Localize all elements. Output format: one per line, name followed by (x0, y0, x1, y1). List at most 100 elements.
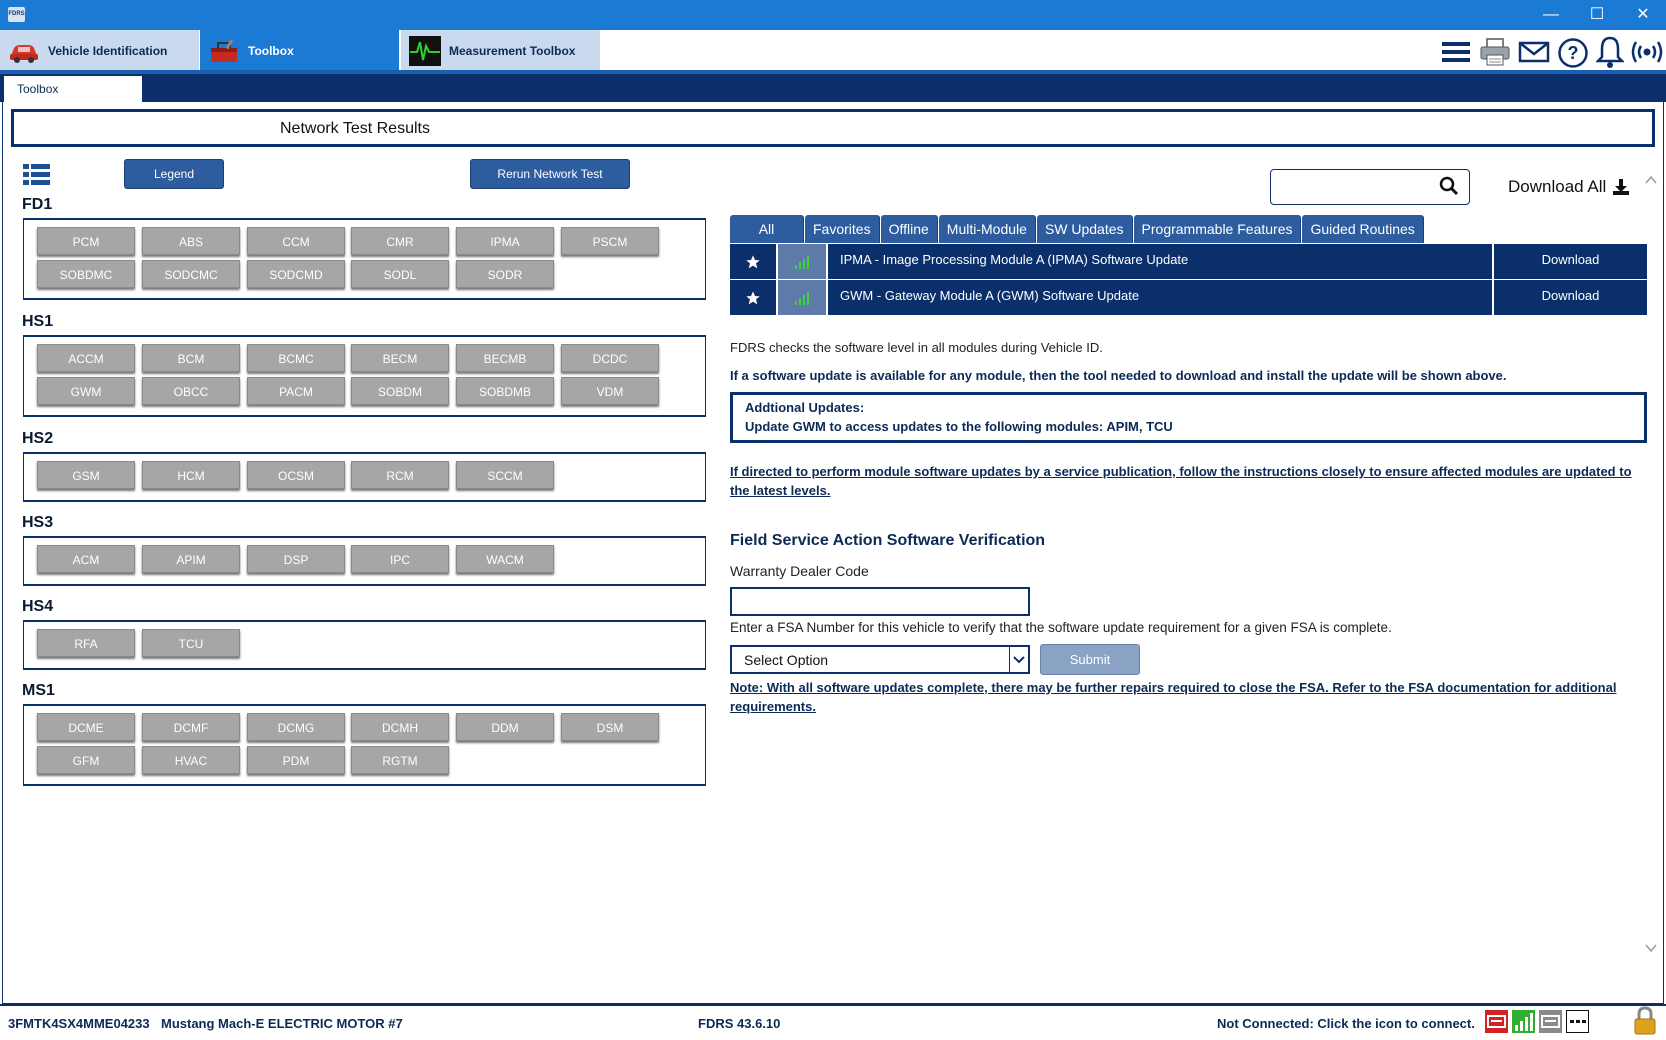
module-button-sobdmc[interactable]: SOBDMC (37, 260, 135, 288)
module-button-vdm[interactable]: VDM (561, 377, 659, 405)
module-button-abs[interactable]: ABS (142, 227, 240, 255)
module-button-cmr[interactable]: CMR (351, 227, 449, 255)
rerun-network-test-button[interactable]: Rerun Network Test (470, 159, 630, 189)
signal-strength-icon[interactable] (1512, 1010, 1535, 1033)
module-button-hvac[interactable]: HVAC (142, 746, 240, 774)
scrollbar[interactable] (1643, 172, 1659, 962)
additional-updates-body: Update GWM to access updates to the foll… (745, 419, 1173, 434)
module-button-obcc[interactable]: OBCC (142, 377, 240, 405)
module-button-tcu[interactable]: TCU (142, 629, 240, 657)
module-button-ipc[interactable]: IPC (351, 545, 449, 573)
module-button-pdm[interactable]: PDM (247, 746, 345, 774)
module-button-dcmf[interactable]: DCMF (142, 713, 240, 741)
minimize-button[interactable]: — (1528, 0, 1574, 30)
module-button-accm[interactable]: ACCM (37, 344, 135, 372)
network-label-hs4: HS4 (22, 598, 54, 615)
filter-tab-sw-updates[interactable]: SW Updates (1036, 215, 1133, 243)
module-button-rcm[interactable]: RCM (351, 461, 449, 489)
fsa-select[interactable]: Select Option (730, 645, 1030, 674)
module-button-dcmg[interactable]: DCMG (247, 713, 345, 741)
update-name: GWM - Gateway Module A (GWM) Software Up… (828, 280, 1494, 315)
module-button-becmb[interactable]: BECMB (456, 344, 554, 372)
help-icon[interactable]: ? (1557, 37, 1589, 69)
vehicle-text: Mustang Mach-E ELECTRIC MOTOR #7 (161, 1016, 403, 1031)
maximize-button[interactable]: ☐ (1574, 0, 1620, 30)
list-view-icon[interactable] (23, 163, 50, 187)
fsa-section-title: Field Service Action Software Verificati… (730, 532, 1046, 549)
filter-tab-offline[interactable]: Offline (880, 215, 938, 243)
network-group-fd1: PCM ABS CCM CMR IPMA PSCM SOBDMC SODCMC SODCMD SO… (23, 218, 706, 300)
service-publication-link[interactable]: If directed to perform module software u… (730, 462, 1647, 500)
filter-tab-multi-module[interactable]: Multi-Module (938, 215, 1036, 243)
toolbox-icon (211, 39, 237, 62)
update-row[interactable]: GWM - Gateway Module A (GWM) Software Up… (730, 280, 1647, 315)
module-button-gfm[interactable]: GFM (37, 746, 135, 774)
module-button-dcme[interactable]: DCME (37, 713, 135, 741)
lock-icon[interactable] (1633, 1006, 1657, 1036)
search-icon[interactable] (1438, 175, 1460, 197)
battery-icon[interactable] (1566, 1010, 1589, 1033)
filter-tab-all[interactable]: All (730, 215, 804, 243)
network-label-hs2: HS2 (22, 430, 54, 447)
module-button-hcm[interactable]: HCM (142, 461, 240, 489)
module-button-apim[interactable]: APIM (142, 545, 240, 573)
wireless-icon[interactable] (1630, 38, 1664, 66)
download-button[interactable]: Download (1494, 280, 1647, 315)
module-button-sobdmb[interactable]: SOBDMB (456, 377, 554, 405)
dealer-code-input[interactable] (730, 587, 1030, 616)
vcm-device-icon[interactable] (1539, 1010, 1562, 1033)
tab-toolbox[interactable]: Toolbox (200, 30, 399, 72)
oscilloscope-icon (409, 36, 441, 66)
download-all-button[interactable]: Download All (1508, 177, 1630, 197)
close-button[interactable]: ✕ (1620, 0, 1666, 30)
favorite-star-icon[interactable] (745, 290, 761, 306)
module-button-rgtm[interactable]: RGTM (351, 746, 449, 774)
filter-tab-programmable-features[interactable]: Programmable Features (1133, 215, 1302, 243)
filter-tab-favorites[interactable]: Favorites (805, 215, 880, 243)
module-button-bcmc[interactable]: BCMC (247, 344, 345, 372)
module-button-acm[interactable]: ACM (37, 545, 135, 573)
tab-vehicle-identification[interactable]: Vehicle Identification (0, 30, 199, 72)
module-button-pcm[interactable]: PCM (37, 227, 135, 255)
module-button-sodl[interactable]: SODL (351, 260, 449, 288)
download-button[interactable]: Download (1494, 244, 1647, 279)
tab-measurement-toolbox[interactable]: Measurement Toolbox (401, 30, 600, 72)
mail-icon[interactable] (1518, 40, 1550, 64)
legend-button[interactable]: Legend (124, 159, 224, 189)
menu-icon[interactable] (1441, 39, 1471, 65)
module-button-ocsm[interactable]: OCSM (247, 461, 345, 489)
module-button-sodr[interactable]: SODR (456, 260, 554, 288)
module-button-ccm[interactable]: CCM (247, 227, 345, 255)
module-button-gsm[interactable]: GSM (37, 461, 135, 489)
module-button-dcmh[interactable]: DCMH (351, 713, 449, 741)
module-button-rfa[interactable]: RFA (37, 629, 135, 657)
bell-icon[interactable] (1596, 35, 1624, 69)
module-button-dcdc[interactable]: DCDC (561, 344, 659, 372)
module-button-sccm[interactable]: SCCM (456, 461, 554, 489)
module-button-ipma[interactable]: IPMA (456, 227, 554, 255)
module-button-gwm[interactable]: GWM (37, 377, 135, 405)
module-button-dsm[interactable]: DSM (561, 713, 659, 741)
filter-tab-guided-routines[interactable]: Guided Routines (1302, 215, 1424, 243)
favorite-star-icon[interactable] (745, 254, 761, 270)
module-button-dsp[interactable]: DSP (247, 545, 345, 573)
tab-label: Vehicle Identification (48, 44, 168, 58)
module-button-sobdm[interactable]: SOBDM (351, 377, 449, 405)
module-button-becm[interactable]: BECM (351, 344, 449, 372)
download-all-label: Download All (1508, 177, 1607, 196)
module-button-pscm[interactable]: PSCM (561, 227, 659, 255)
module-button-ddm[interactable]: DDM (456, 713, 554, 741)
update-row[interactable]: IPMA - Image Processing Module A (IPMA) … (730, 244, 1647, 279)
vcm-connect-icon[interactable] (1485, 1010, 1508, 1033)
chevron-down-icon[interactable] (1009, 647, 1028, 672)
submit-button[interactable]: Submit (1040, 644, 1140, 675)
network-group-hs2: GSM HCM OCSM RCM SCCM (23, 452, 706, 502)
subtab-toolbox[interactable]: Toolbox (4, 76, 142, 102)
module-button-sodcmc[interactable]: SODCMC (142, 260, 240, 288)
print-icon[interactable] (1479, 36, 1511, 68)
module-button-wacm[interactable]: WACM (456, 545, 554, 573)
download-icon (1613, 179, 1630, 195)
module-button-bcm[interactable]: BCM (142, 344, 240, 372)
module-button-sodcmd[interactable]: SODCMD (247, 260, 345, 288)
module-button-pacm[interactable]: PACM (247, 377, 345, 405)
